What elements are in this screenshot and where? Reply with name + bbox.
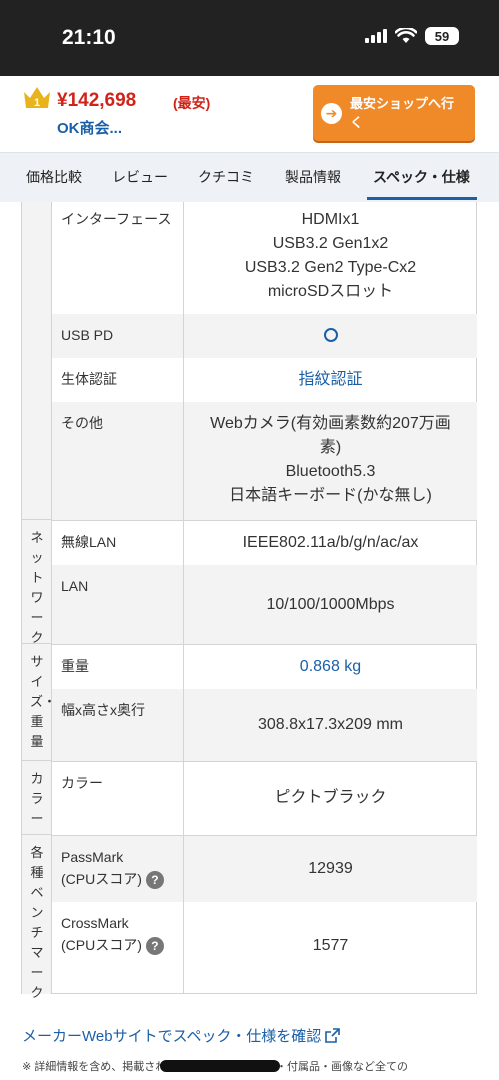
spec-label: LAN <box>61 578 89 594</box>
usb-pd-supported-mark <box>184 326 477 350</box>
section-header-network: ネットワーク <box>22 520 52 645</box>
tab-specs[interactable]: スペック・仕様 <box>373 167 470 187</box>
spec-label: 生体認証 <box>61 371 117 387</box>
spec-row-lan: LAN 10/100/1000Mbps <box>52 565 477 644</box>
spec-row-usb-pd: USB PD <box>52 314 477 358</box>
spec-value: 12939 <box>308 860 353 877</box>
go-to-cheapest-shop-button[interactable]: ➔ 最安ショップへ行く <box>313 85 475 141</box>
spec-label: CrossMark (CPUスコア)? <box>61 912 179 956</box>
cta-label: 最安ショップへ行く <box>350 96 455 130</box>
tab-reviews[interactable]: レビュー <box>112 167 168 187</box>
spec-value: 308.8x17.3x209 mm <box>258 716 403 733</box>
tab-word-of-mouth[interactable]: クチコミ <box>198 167 254 187</box>
help-icon[interactable]: ? <box>145 871 164 890</box>
lowest-price-tag: (最安) <box>173 95 211 111</box>
tab-product-info[interactable]: 製品情報 <box>285 167 341 187</box>
battery-indicator: 59 <box>425 27 459 45</box>
crown-rank-number: 1 <box>34 97 40 109</box>
external-link-icon <box>325 1028 341 1043</box>
spec-value: ピクトブラック <box>274 789 387 806</box>
spec-value: IEEE802.11a/b/g/n/ac/ax <box>242 534 419 551</box>
tab-price-compare[interactable]: 価格比較 <box>26 167 82 187</box>
spec-value: Webカメラ(有効画素数約207万画 素) Bluetooth5.3 日本語キー… <box>210 415 451 504</box>
arrow-right-icon: ➔ <box>321 102 342 124</box>
section-header-benchmark: 各種ベンチマーク <box>22 835 52 1000</box>
cellular-signal-icon <box>365 29 387 43</box>
redaction-bar <box>160 1060 280 1072</box>
spec-row-interface: インターフェース HDMIx1 USB3.2 Gen1x2 USB3.2 Gen… <box>52 202 477 314</box>
active-tab-indicator <box>367 197 477 200</box>
spec-label: PassMark (CPUスコア)? <box>61 846 179 890</box>
status-icons: 59 <box>365 27 459 45</box>
wifi-icon <box>395 28 417 43</box>
spec-label: カラー <box>61 775 103 791</box>
spec-label: USB PD <box>61 327 114 343</box>
status-time: 21:10 <box>62 26 116 49</box>
spec-label: 無線LAN <box>61 534 117 550</box>
spec-value: HDMIx1 USB3.2 Gen1x2 USB3.2 Gen2 Type-Cx… <box>244 211 417 300</box>
fingerprint-auth-link[interactable]: 指紋認証 <box>184 368 477 392</box>
weight-value-link[interactable]: 0.868 kg <box>184 655 477 679</box>
spec-row-color: カラー ピクトブラック <box>52 762 477 835</box>
section-header-size-weight: サイズ・重量 <box>22 644 56 761</box>
help-icon[interactable]: ? <box>145 937 164 956</box>
spec-row-passmark: PassMark (CPUスコア)? 12939 <box>52 836 477 902</box>
status-bar: 21:10 59 <box>0 0 499 76</box>
product-tabs: 価格比較 レビュー クチコミ 製品情報 スペック・仕様 <box>0 152 499 202</box>
spec-label: 幅x高さx奥行 <box>61 702 145 718</box>
lowest-price: ¥142,698 <box>57 90 137 111</box>
spec-label: その他 <box>61 415 103 431</box>
spec-row-other: その他 Webカメラ(有効画素数約207万画 素) Bluetooth5.3 日… <box>52 402 477 520</box>
spec-table: インターフェース HDMIx1 USB3.2 Gen1x2 USB3.2 Gen… <box>21 202 477 1000</box>
spec-row-dimensions: 幅x高さx奥行 308.8x17.3x209 mm <box>52 689 477 761</box>
spec-value: 10/100/1000Mbps <box>266 596 395 613</box>
spec-value: 1577 <box>312 937 349 954</box>
spec-label: インターフェース <box>61 211 172 227</box>
spec-row-crossmark: CrossMark (CPUスコア)? 1577 <box>52 902 477 993</box>
circle-mark-icon <box>323 328 338 342</box>
shop-name-link[interactable]: OK商会... <box>57 117 122 138</box>
spec-label: 重量 <box>61 658 89 674</box>
spec-row-wireless-lan: 無線LAN IEEE802.11a/b/g/n/ac/ax <box>52 521 477 565</box>
section-header-color: カラー <box>22 761 52 835</box>
spec-row-biometric: 生体認証 指紋認証 <box>52 358 477 402</box>
crown-rank-icon: 1 <box>24 87 50 109</box>
section-header-continued <box>22 202 52 520</box>
maker-website-link[interactable]: メーカーWebサイトでスペック・仕様を確認 <box>22 1025 341 1046</box>
spec-row-weight: 重量 0.868 kg <box>52 645 477 689</box>
